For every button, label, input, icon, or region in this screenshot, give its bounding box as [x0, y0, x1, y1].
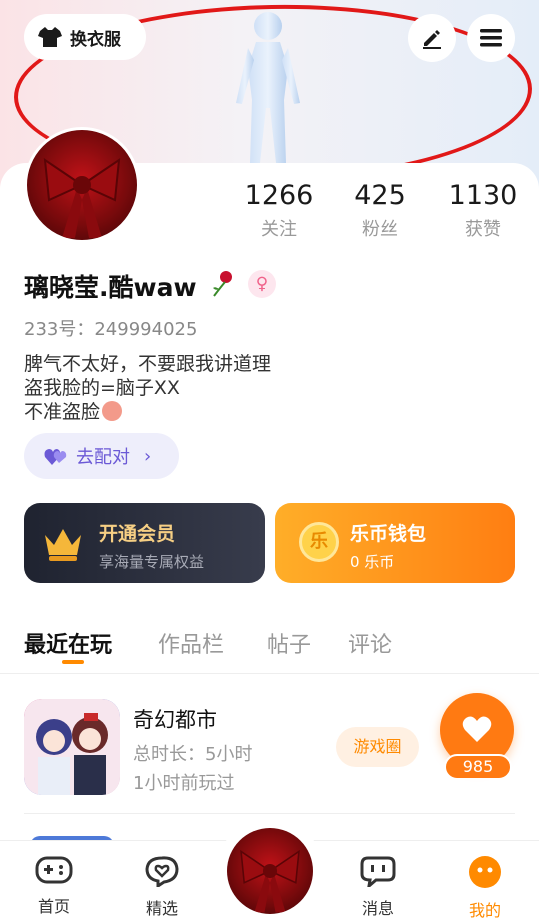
stat-fans-label: 粉丝	[362, 219, 398, 240]
shirt-icon	[38, 27, 62, 47]
tab-recent-played[interactable]: 最近在玩	[24, 627, 112, 659]
heart-icon	[462, 716, 492, 742]
vip-subtitle: 享海量专属权益	[99, 553, 205, 571]
stat-likes-label: 获赞	[465, 219, 501, 240]
red-bow-image	[43, 157, 121, 238]
red-bow-image	[240, 849, 300, 913]
wallet-subtitle: 0 乐币	[350, 553, 395, 571]
angry-face-icon	[102, 401, 123, 421]
stat-likes[interactable]: 1130 获赞	[428, 180, 538, 241]
nav-home-label: 首页	[37, 897, 70, 916]
bio-line-1: 脾气不太好，不要跟我讲道理	[24, 353, 272, 375]
change-outfit-button[interactable]: 换衣服	[24, 14, 146, 60]
bio-line-3: 不准盗脸	[24, 397, 123, 424]
game-characters-image	[24, 699, 120, 795]
nav-me[interactable]: 我的	[450, 855, 520, 921]
hamburger-icon	[480, 29, 502, 47]
gamepad-icon	[35, 856, 73, 884]
vip-title: 开通会员	[99, 523, 176, 545]
wallet-card[interactable]: 乐 乐币钱包 0 乐币	[275, 503, 515, 583]
like-count: 985	[444, 754, 512, 780]
tab-posts[interactable]: 帖子	[267, 627, 311, 659]
change-outfit-label: 换衣服	[70, 29, 121, 50]
game-last-played: 1小时前玩过	[133, 773, 235, 794]
center-avatar-button[interactable]	[227, 828, 313, 914]
nav-messages-label: 消息	[361, 899, 394, 918]
stat-fans-value: 425	[354, 180, 406, 211]
coin-icon: 乐	[299, 522, 339, 562]
pen-icon	[423, 30, 441, 49]
bio-line-3-text: 不准盗脸	[24, 401, 101, 423]
user-id: 233号：249994025	[24, 319, 198, 340]
stat-following-label: 关注	[261, 219, 297, 240]
crown-icon	[45, 529, 81, 561]
nav-featured[interactable]: 精选	[127, 855, 197, 919]
match-label: 去配对	[76, 447, 130, 468]
nav-me-label: 我的	[468, 901, 501, 920]
edit-button[interactable]	[408, 14, 456, 62]
tab-works[interactable]: 作品栏	[158, 627, 224, 659]
stat-following[interactable]: 1266 关注	[224, 180, 334, 241]
tab-divider	[0, 673, 539, 674]
profile-avatar[interactable]	[24, 127, 140, 243]
message-icon	[360, 856, 396, 890]
stat-likes-value: 1130	[448, 180, 518, 211]
heart-chat-icon	[145, 856, 179, 889]
nav-messages[interactable]: 消息	[343, 855, 413, 919]
match-button[interactable]: 去配对 ›	[24, 433, 179, 479]
female-gender-icon: ♀	[248, 270, 276, 298]
nickname: 璃晓莹.酷waw	[24, 273, 197, 302]
vip-membership-card[interactable]: 开通会员 享海量专属权益	[24, 503, 265, 583]
nav-home[interactable]: 首页	[19, 855, 89, 917]
game-circle-button[interactable]: 游戏圈	[336, 727, 419, 767]
row-divider	[24, 813, 515, 814]
active-tab-indicator	[62, 660, 84, 664]
chevron-right-icon: ›	[144, 445, 152, 467]
rose-icon	[213, 271, 232, 297]
game-icon[interactable]	[24, 699, 120, 795]
nav-featured-label: 精选	[145, 899, 178, 918]
stat-fans[interactable]: 425 粉丝	[325, 180, 435, 241]
menu-button[interactable]	[467, 14, 515, 62]
bio-line-2: 盗我脸的=脑子XX	[24, 377, 180, 399]
wallet-title: 乐币钱包	[350, 523, 427, 545]
stat-following-value: 1266	[244, 180, 314, 211]
profile-face-icon	[469, 856, 501, 888]
game-title: 奇幻都市	[133, 708, 217, 732]
game-duration: 总时长：5小时	[133, 744, 253, 765]
double-heart-icon	[44, 449, 67, 465]
tab-comments[interactable]: 评论	[348, 627, 392, 659]
